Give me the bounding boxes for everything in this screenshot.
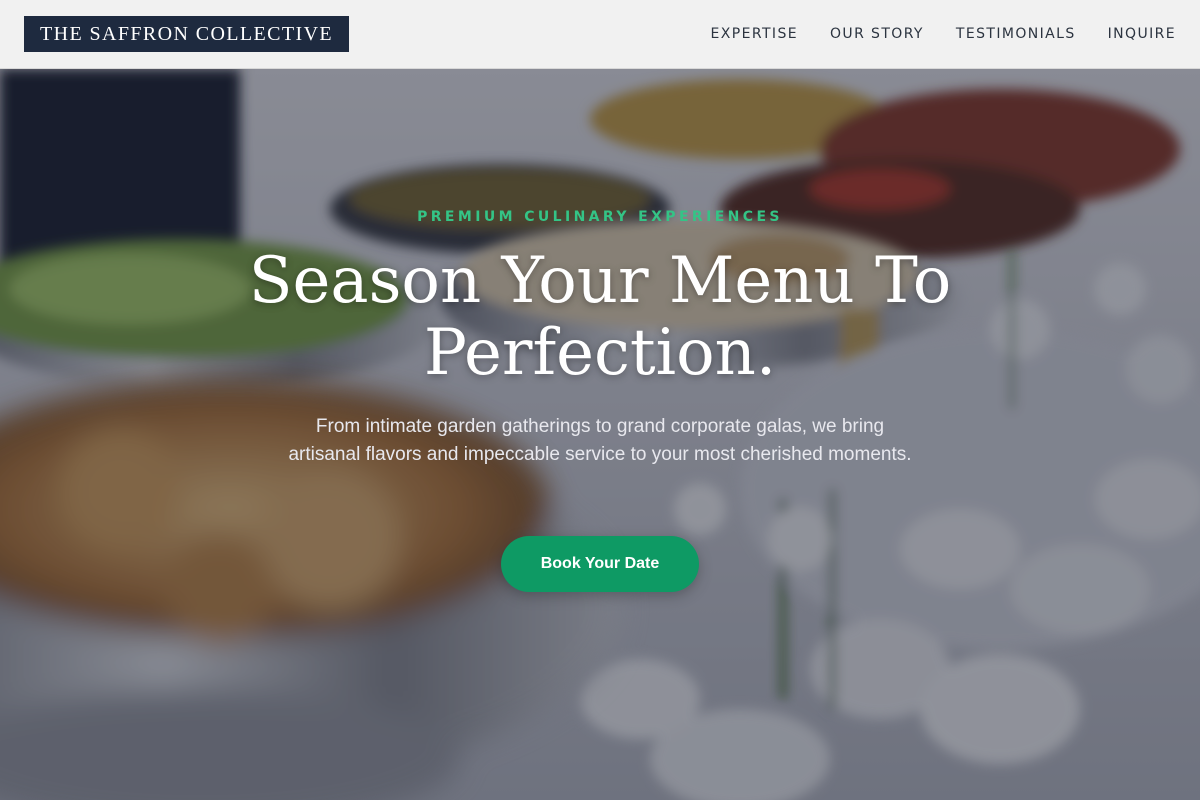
hero-headline: Season Your Menu To Perfection. — [248, 244, 952, 390]
nav-item-testimonials[interactable]: TESTIMONIALS — [956, 26, 1076, 42]
hero-content: PREMIUM CULINARY EXPERIENCES Season Your… — [0, 69, 1200, 800]
brand-logo[interactable]: THE SAFFRON COLLECTIVE — [24, 16, 350, 52]
nav-item-inquire[interactable]: INQUIRE — [1108, 26, 1176, 42]
main-nav: EXPERTISE OUR STORY TESTIMONIALS INQUIRE — [711, 26, 1176, 42]
book-your-date-button[interactable]: Book Your Date — [501, 536, 699, 592]
hero-eyebrow: PREMIUM CULINARY EXPERIENCES — [417, 209, 783, 225]
nav-item-expertise[interactable]: EXPERTISE — [711, 26, 798, 42]
hero-subtext: From intimate garden gatherings to grand… — [288, 416, 912, 465]
hero-section: PREMIUM CULINARY EXPERIENCES Season Your… — [0, 69, 1200, 800]
site-header: THE SAFFRON COLLECTIVE EXPERTISE OUR STO… — [0, 0, 1200, 69]
nav-item-our-story[interactable]: OUR STORY — [830, 26, 924, 42]
